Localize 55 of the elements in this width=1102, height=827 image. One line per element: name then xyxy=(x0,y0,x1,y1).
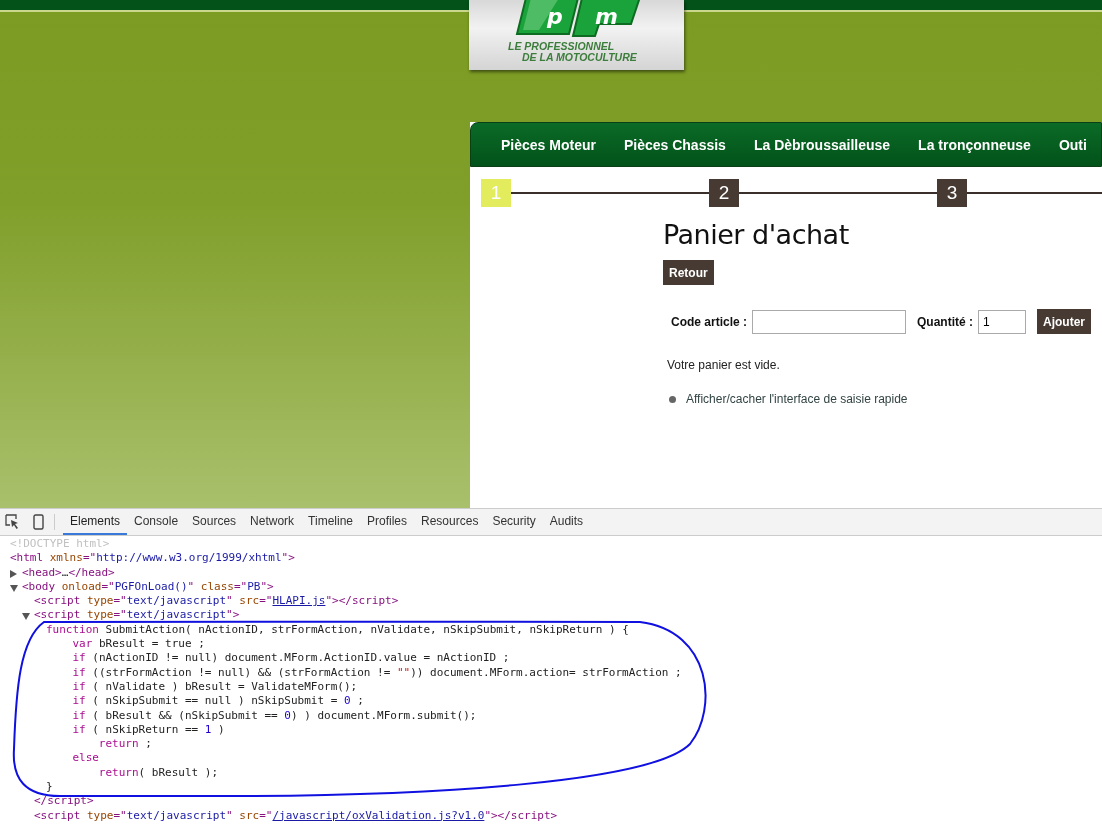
logo-letter: p xyxy=(547,6,563,28)
code-line: if (nActionID != null) document.MForm.ActionID.value = nActionID ; xyxy=(72,651,510,665)
expanded-triangle-icon[interactable] xyxy=(10,584,18,592)
mobile-device-icon[interactable] xyxy=(33,514,44,530)
bullet-icon xyxy=(669,395,676,403)
code-line: if ( nSkipSubmit == null ) nSkipSubmit = 0 ; xyxy=(72,694,364,708)
code-line: <body onload="PGFOnLoad()" class="PB"> xyxy=(22,579,274,593)
back-button[interactable]: Retour xyxy=(663,260,714,285)
code-line: if ( bResult && (nSkipSubmit == 0) ) document.MForm.submit(); xyxy=(72,708,477,722)
toggle-link[interactable]: Afficher/cacher l'interface de saisie rapide xyxy=(686,392,908,406)
code-line: <head>…</head> xyxy=(22,565,115,579)
code-line: <script type="text/javascript"> xyxy=(34,608,240,622)
field-label: Code article : xyxy=(671,314,748,329)
inspect-icon[interactable] xyxy=(5,514,19,530)
code-line: <script type="text/javascript" src="HLAPI.js"></script> xyxy=(34,594,399,608)
code-line: <script type="text/javascript" src="/javascript/oxValidation.js?v1.0"></script> xyxy=(34,808,558,822)
nav-item[interactable]: La tronçonneuse xyxy=(918,136,1031,153)
code-line: return( bResult ); xyxy=(98,765,219,779)
code-line: function SubmitAction( nActionID, strFormAction, nValidate, nSkipSubmit, nSkipReturn ) { xyxy=(46,622,629,636)
empty-cart-message: Votre panier est vide. xyxy=(667,358,781,372)
field-label: Quantité : xyxy=(917,314,974,329)
devtools-tab[interactable]: Console xyxy=(127,509,186,535)
devtools-tab[interactable]: Network xyxy=(243,509,302,535)
code-line: var bResult = true ; xyxy=(72,637,205,651)
code-line: return ; xyxy=(98,737,152,751)
nav-item[interactable]: Outi xyxy=(1058,136,1087,153)
logo-tagline: LE PROFESSIONNEL xyxy=(508,40,615,52)
collapsed-triangle-icon[interactable] xyxy=(10,569,17,578)
nav-item[interactable]: La Dèbroussailleuse xyxy=(753,136,891,153)
code-line: else xyxy=(72,751,99,765)
code-line: <!DOCTYPE html> xyxy=(10,537,110,550)
logo-letter: m xyxy=(595,6,618,28)
page-title: Panier d'achat xyxy=(663,219,850,250)
code-line: if ( nValidate ) bResult = ValidateMForm(); xyxy=(72,679,358,693)
code-line: } xyxy=(46,780,53,794)
step-marker[interactable]: 3 xyxy=(937,179,967,207)
logo-tagline: DE LA MOTOCULTURE xyxy=(522,51,637,63)
devtools-tab[interactable]: Sources xyxy=(185,509,244,535)
devtools-tab[interactable]: Profiles xyxy=(360,509,415,535)
devtools-tab[interactable]: Audits xyxy=(542,509,591,535)
step-marker[interactable]: 2 xyxy=(709,179,739,207)
expanded-triangle-icon[interactable] xyxy=(22,613,30,621)
devtools-tab[interactable]: Elements xyxy=(63,509,128,535)
devtools-tab[interactable]: Resources xyxy=(414,509,486,535)
devtools-tab[interactable]: Security xyxy=(485,509,543,535)
add-button[interactable]: Ajouter xyxy=(1037,309,1092,334)
devtools-tab[interactable]: Timeline xyxy=(301,509,360,535)
code-line: </script> xyxy=(34,794,94,808)
code-line: <html xmlns="http://www.w3.org/1999/xhtml"> xyxy=(10,551,295,565)
code-line: if ( nSkipReturn == 1 ) xyxy=(72,722,225,736)
input-field[interactable] xyxy=(752,309,907,334)
nav-item[interactable]: Pièces Chassis xyxy=(623,136,726,153)
code-line: if ((strFormAction != null) && (strFormAction != "")) document.MForm.action= strFormAction ; xyxy=(72,665,682,679)
nav-item[interactable]: Pièces Moteur xyxy=(501,136,596,153)
input-field[interactable]: 1 xyxy=(978,309,1027,334)
